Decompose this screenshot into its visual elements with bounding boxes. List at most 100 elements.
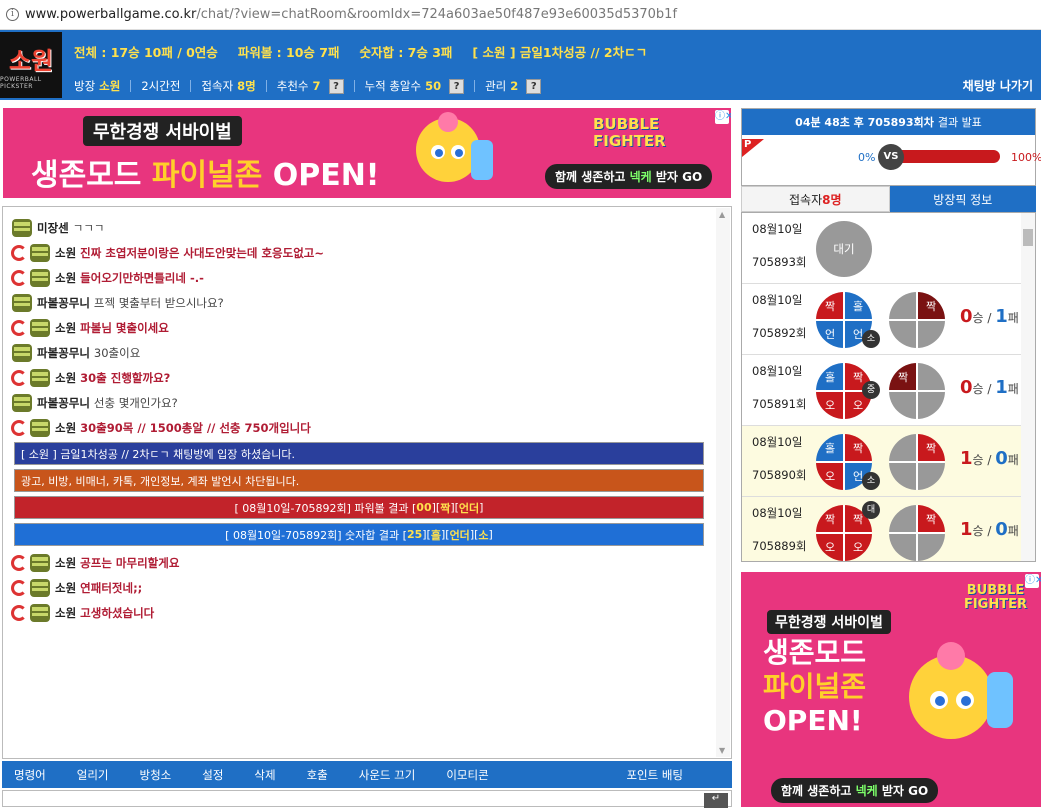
message-nick[interactable]: 소원: [55, 245, 76, 261]
score-win-label: 승: [972, 311, 984, 325]
message-text: 진짜 초엽저분이랑은 사대도안맞는데 호응도없고~: [80, 245, 324, 260]
result-text: [ 08월10일-705892회] 숫자합 결과 [: [225, 528, 407, 542]
circle-cell: 홀: [816, 363, 844, 391]
host-label: 방장: [74, 79, 96, 93]
message-nick[interactable]: 소원: [55, 420, 76, 436]
ad-close-icon[interactable]: ⓘ✕: [715, 110, 731, 124]
banner-ad-top[interactable]: ⓘ✕ 무한경쟁 서바이벌 생존모드 파이널존 OPEN! BUBBLE FIGH…: [3, 108, 731, 198]
message-nick[interactable]: 미장센: [37, 220, 69, 236]
recommend-help-button[interactable]: ?: [328, 78, 344, 94]
round-row[interactable]: 08월10일 705889회 짝 짝 오 오 대 짝 1승 / 0패: [742, 497, 1023, 561]
stat-total: 전체 : 17승 10패 / 0연승: [74, 45, 218, 60]
user-status-icon: [11, 554, 27, 571]
toolbar-call[interactable]: 호출: [307, 767, 328, 783]
banner-ad-side[interactable]: ⓘ✕ BUBBLE FIGHTER 무한경쟁 서바이벌 생존모드 파이널존 OP…: [741, 572, 1041, 807]
send-icon[interactable]: ↵: [704, 793, 728, 808]
round-date: 08월10일 705889회: [752, 497, 806, 561]
size-badge: 중: [862, 381, 880, 399]
vote-ratio: P 0% VS 100%: [742, 135, 1041, 185]
point-bet-button[interactable]: 포인트 배팅: [626, 767, 683, 783]
ad-side-close-icon[interactable]: ⓘ✕: [1025, 574, 1041, 588]
score-win-label: 승: [972, 453, 984, 467]
vs-badge: VS: [878, 144, 904, 170]
scroll-down-icon[interactable]: ▼: [719, 746, 725, 755]
message-nick[interactable]: 파볼꽁무니: [37, 345, 90, 361]
right-tabs: 접속자 8명 방장픽 정보: [741, 186, 1036, 212]
level-badge-icon: [12, 393, 32, 412]
host-pick-circle: 짝: [889, 434, 945, 490]
toolbar-emoticon[interactable]: 이모티콘: [446, 767, 488, 783]
result-text: ][: [469, 528, 479, 541]
message-nick[interactable]: 소원: [55, 555, 76, 571]
round-waiting: 대기: [816, 221, 872, 277]
rounds-scrollbar[interactable]: [1021, 213, 1035, 561]
exit-room-button[interactable]: 채팅방 나가기: [963, 77, 1033, 94]
message-nick[interactable]: 소원: [55, 270, 76, 286]
user-status-icon: [11, 579, 27, 596]
round-score: 0승 / 1패: [960, 306, 1019, 327]
tab-users[interactable]: 접속자 8명: [741, 186, 890, 212]
result-text: ]: [479, 501, 484, 514]
toolbar-freeze[interactable]: 얼리기: [77, 767, 109, 783]
message-nick[interactable]: 소원: [55, 320, 76, 336]
circle-cell: [889, 462, 917, 490]
result-text: [ 08월10일-705892회] 파워볼 결과 [: [234, 501, 417, 515]
ad-side-cta-b: 넥케: [855, 784, 878, 798]
stat-powerball: 파워볼 : 10승 7패: [237, 45, 340, 60]
message-text: 선충 몇개인가요?: [93, 395, 178, 410]
address-bar[interactable]: i www.powerballgame.co.kr /chat/?view=ch…: [0, 0, 1041, 30]
round-row[interactable]: 08월10일 705892회 짝 홀 언 언 소 짝 0승 / 1패: [742, 284, 1023, 355]
room-age: 2시간전: [141, 79, 181, 93]
recommend-label: 추천수: [276, 79, 309, 93]
admin-help-button[interactable]: ?: [526, 78, 542, 94]
scroll-up-icon[interactable]: ▲: [719, 210, 725, 219]
url-path: /chat/?view=chatRoom&roomIdx=724a603ae50…: [196, 7, 678, 22]
score-sep: /: [983, 311, 996, 325]
score-wins: 0: [960, 306, 973, 327]
result-value: 25: [406, 528, 423, 541]
ad-side-headline: 무한경쟁 서바이벌: [767, 610, 891, 634]
message-nick[interactable]: 소원: [55, 580, 76, 596]
ad-side-cta-button[interactable]: 함께 생존하고 넥케 받자 GO: [771, 778, 939, 803]
chat-input[interactable]: ↵: [2, 790, 732, 808]
result-value: 언더: [458, 501, 480, 515]
toolbar-settings[interactable]: 설정: [202, 767, 223, 783]
message-nick[interactable]: 소원: [55, 370, 76, 386]
toolbar-commands[interactable]: 명령어: [14, 767, 46, 783]
round-row[interactable]: 08월10일 705891회 홀 짝 오 오 중 짝 0승 / 1패: [742, 355, 1023, 426]
message-text: 30출90목 // 1500총알 // 선충 750개입니다: [80, 420, 311, 435]
round-row[interactable]: 08월10일 705890회 홀 짝 오 언 소 짝 1승 / 0패: [742, 426, 1023, 497]
result-value: 언더: [449, 528, 470, 542]
level-badge-icon: [30, 243, 50, 262]
round-history[interactable]: 08월10일 705889회 짝 짝 오 오 대 짝 1승 / 0패 08월10일 705890회 홀…: [741, 212, 1036, 562]
ad-side-brand-2: FIGHTER: [963, 597, 1027, 612]
size-badge: 대: [862, 501, 880, 519]
bullets-help-button[interactable]: ?: [449, 78, 465, 94]
host-name: 소원: [99, 79, 121, 93]
message-nick[interactable]: 파볼꽁무니: [37, 295, 90, 311]
chat-log[interactable]: 미장센 ㄱㄱㄱ 소원 진짜 초엽저분이랑은 사대도안맞는데 호응도없고~ 소원 들어오기만…: [2, 206, 732, 759]
user-status-icon: [11, 369, 27, 386]
tab-host-pick[interactable]: 방장픽 정보: [889, 186, 1036, 212]
score-losses: 0: [995, 448, 1008, 469]
system-warning-notice: 광고, 비방, 비매너, 카톡, 개인정보, 계좌 발언시 차단됩니다.: [14, 469, 704, 492]
circle-cell: 짝: [816, 292, 844, 320]
circle-cell: [889, 320, 917, 348]
ad-cta-button[interactable]: 함께 생존하고 넥케 받자 GO: [545, 164, 713, 189]
toolbar-sound-off[interactable]: 사운드 끄기: [359, 767, 416, 783]
round-row[interactable]: 08월10일 705893회 대기: [742, 213, 1023, 284]
toolbar-delete[interactable]: 삭제: [254, 767, 275, 783]
score-loss-label: 패: [1007, 382, 1019, 396]
circle-cell: [889, 505, 917, 533]
score-losses: 0: [995, 519, 1008, 540]
message-nick[interactable]: 파볼꽁무니: [37, 395, 90, 411]
round-date: 08월10일 705893회: [752, 213, 806, 279]
chat-scrollbar[interactable]: ▲ ▼: [716, 208, 730, 757]
circle-divider: [916, 292, 918, 348]
site-info-icon[interactable]: i: [6, 8, 19, 21]
circle-divider: [843, 505, 845, 561]
level-badge-icon: [30, 368, 50, 387]
toolbar-clear[interactable]: 방청소: [140, 767, 172, 783]
message-nick[interactable]: 소원: [55, 605, 76, 621]
circle-cell: 짝: [816, 505, 844, 533]
